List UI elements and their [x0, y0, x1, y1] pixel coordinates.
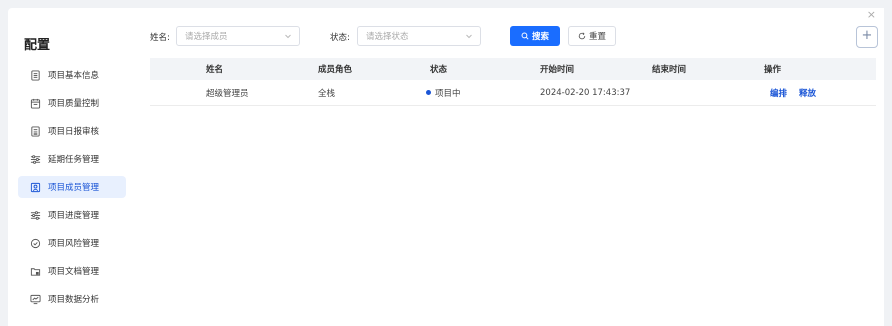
sidebar-item-risk[interactable]: 项目风险管理: [18, 232, 126, 254]
refresh-icon: [578, 32, 586, 40]
sidebar-item-label: 项目基本信息: [48, 71, 100, 81]
sidebar-item-label: 项目数据分析: [48, 295, 100, 305]
reset-button-label: 重置: [588, 32, 606, 42]
sidebar-item-analytics[interactable]: 项目数据分析: [18, 288, 126, 310]
monitor-chart-icon: [30, 294, 41, 305]
name-select[interactable]: 请选择成员: [176, 26, 300, 46]
reset-button[interactable]: 重置: [568, 26, 616, 46]
sidebar-item-label: 项目日报审核: [48, 127, 100, 137]
members-table: 姓名 成员角色 状态 开始时间 结束时间 操作 超级管理员 全栈 项目中 202…: [150, 58, 876, 106]
sidebar-item-label: 项目质量控制: [48, 99, 100, 109]
sidebar-item-label: 延期任务管理: [48, 155, 100, 165]
sidebar-item-members[interactable]: 项目成员管理: [18, 176, 126, 198]
name-filter-label: 姓名:: [150, 33, 170, 43]
sidebar-item-quality-control[interactable]: 项目质量控制: [18, 92, 126, 114]
sidebar-item-label: 项目进度管理: [48, 211, 100, 221]
sliders-icon: [30, 154, 41, 165]
sidebar-item-daily-report[interactable]: 项目日报审核: [18, 120, 126, 142]
cell-actions: 编排 释放: [770, 80, 828, 105]
sidebar: 配置 项目基本信息 项目质量控制 项目日报审核 延期任务管理 项目成员管理 项目…: [8, 8, 136, 326]
column-header-name: 姓名: [206, 65, 224, 75]
name-select-placeholder: 请选择成员: [185, 32, 228, 42]
table-row: 超级管理员 全栈 项目中 2024-02-20 17:43:37 编排 释放: [150, 80, 876, 106]
status-select-placeholder: 请选择状态: [366, 32, 409, 42]
column-header-start-time: 开始时间: [540, 65, 575, 75]
column-header-actions: 操作: [764, 65, 782, 75]
search-icon: [521, 32, 529, 40]
sidebar-item-label: 项目成员管理: [48, 183, 100, 193]
member-icon: [30, 182, 41, 193]
edit-link[interactable]: 编排: [770, 87, 787, 99]
add-member-button[interactable]: +: [856, 26, 878, 48]
sidebar-item-documents[interactable]: 项目文档管理: [18, 260, 126, 282]
main-panel: × + 姓名: 请选择成员 状态: 请选择状态 搜索 重置 姓名 成员角色 状态…: [136, 8, 884, 326]
sliders-icon: [30, 210, 41, 221]
sidebar-item-progress[interactable]: 项目进度管理: [18, 204, 126, 226]
table-header: 姓名 成员角色 状态 开始时间 结束时间 操作: [150, 58, 876, 80]
sidebar-item-delayed-tasks[interactable]: 延期任务管理: [18, 148, 126, 170]
status-select[interactable]: 请选择状态: [357, 26, 481, 46]
sidebar-item-label: 项目风险管理: [48, 239, 100, 249]
column-header-end-time: 结束时间: [652, 65, 687, 75]
status-text: 项目中: [435, 88, 461, 99]
document-list-icon: [30, 69, 41, 81]
folder-icon: [30, 266, 41, 277]
status-dot-icon: [426, 90, 431, 95]
search-button[interactable]: 搜索: [510, 26, 560, 46]
status-filter-label: 状态:: [330, 33, 350, 43]
search-button-label: 搜索: [531, 32, 549, 42]
shield-check-icon: [30, 238, 41, 249]
chevron-down-icon: [284, 32, 292, 43]
sidebar-item-basic-info[interactable]: 项目基本信息: [18, 64, 126, 86]
column-header-role: 成员角色: [318, 65, 353, 75]
sidebar-menu: 项目基本信息 项目质量控制 项目日报审核 延期任务管理 项目成员管理 项目进度管…: [18, 64, 126, 316]
report-icon: [30, 125, 41, 137]
sidebar-title: 配置: [24, 38, 51, 53]
sidebar-item-label: 项目文档管理: [48, 267, 100, 277]
close-icon[interactable]: ×: [867, 8, 876, 21]
release-link[interactable]: 释放: [799, 87, 816, 99]
cell-name: 超级管理员: [206, 88, 249, 99]
calendar-icon: [30, 98, 41, 109]
column-header-status: 状态: [430, 65, 448, 75]
cell-role: 全栈: [318, 88, 336, 99]
cell-status: 项目中: [426, 80, 461, 105]
cell-start-time: 2024-02-20 17:43:37: [540, 87, 631, 98]
chevron-down-icon: [465, 32, 473, 43]
